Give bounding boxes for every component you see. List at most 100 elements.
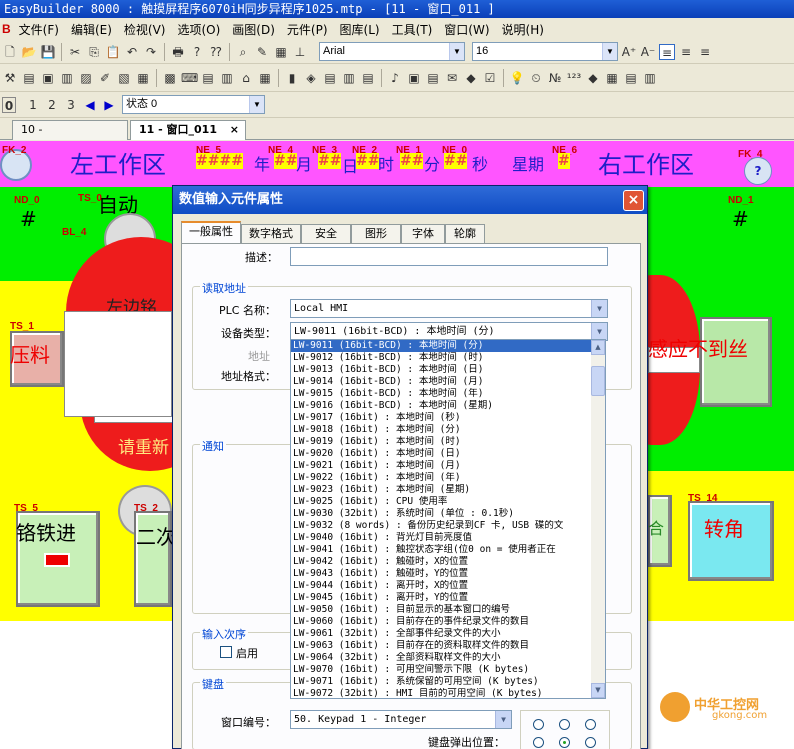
device-type-option[interactable]: LW-9022 (16bit) : 本地时间 (年) [291,472,605,484]
popup-mid-left-radio[interactable] [533,737,544,748]
data-transfer-icon[interactable]: ▥ [642,70,658,86]
device-type-option[interactable]: LW-9011 (16bit-BCD) : 本地时间 (分) [291,340,605,352]
popup-mid-right-radio[interactable] [585,737,596,748]
set-bit-icon[interactable]: ▣ [40,70,56,86]
device-type-option[interactable]: LW-9015 (16bit-BCD) : 本地时间 (年) [291,388,605,400]
scroll-up-icon[interactable]: ▲ [591,340,605,355]
tab-outline[interactable]: 轮廓 [445,224,485,243]
menu-draw[interactable]: 画图(D) [226,21,281,38]
device-type-option[interactable]: LW-9060 (16bit) : 目前存在的事件纪录文件的数目 [291,616,605,628]
device-type-option[interactable]: LW-9040 (16bit) : 背光灯目前亮度值 [291,532,605,544]
device-type-option[interactable]: LW-9045 (16bit) : 离开时，Y的位置 [291,592,605,604]
indirect-window-icon[interactable]: ⌂ [238,70,254,86]
weekday-field[interactable]: # [558,153,570,169]
device-type-option[interactable]: LW-9017 (16bit) : 本地时间 (秒) [291,412,605,424]
tab-window-011[interactable]: 11 - 窗口_011 × [130,120,246,140]
set-word-icon[interactable]: ▥ [59,70,75,86]
print-icon[interactable]: 🖶 [170,44,186,60]
io-icon[interactable]: ▤ [623,70,639,86]
scroll-down-icon[interactable]: ▼ [591,683,605,698]
page-button-3[interactable]: 3 [63,97,79,113]
device-type-option[interactable]: LW-9071 (16bit) : 系统保留的可用空间 (K bytes) [291,676,605,688]
device-type-dropdown-list[interactable]: LW-9011 (16bit-BCD) : 本地时间 (分) LW-9012 (1… [290,339,606,699]
device-type-option[interactable]: LW-9044 (16bit) : 离开时，X的位置 [291,580,605,592]
align-center-icon[interactable]: ≡ [678,44,694,60]
tab-general[interactable]: 一般属性 [181,221,241,244]
sound-icon[interactable]: ♪ [387,70,403,86]
device-type-option[interactable]: LW-9018 (16bit) : 本地时间 (分) [291,424,605,436]
device-type-option[interactable]: LW-9043 (16bit) : 触碰时，Y的位置 [291,568,605,580]
menu-library[interactable]: 图库(L) [334,21,386,38]
menu-options[interactable]: 选项(O) [171,21,226,38]
device-type-option[interactable]: LW-9023 (16bit) : 本地时间 (星期) [291,484,605,496]
history-icon[interactable]: ▥ [341,70,357,86]
picture-icon[interactable]: ▣ [406,70,422,86]
check-icon[interactable]: ☑ [482,70,498,86]
toggle-switch-icon[interactable]: ✐ [97,70,113,86]
ascii-input-icon[interactable]: ▥ [219,70,235,86]
help-icon[interactable]: ? [189,44,205,60]
copy-icon[interactable]: ⎘ [86,44,102,60]
menu-edit[interactable]: 编辑(E) [65,21,118,38]
bulb-icon[interactable]: 💡 [509,70,525,86]
device-type-option[interactable]: LW-9070 (16bit) : 可用空间警示下限 (K bytes) [291,664,605,676]
popup-top-right-radio[interactable] [585,719,596,730]
tag-icon[interactable]: ◆ [463,70,479,86]
alarm-icon[interactable]: ▤ [360,70,376,86]
device-type-option[interactable]: LW-9019 (16bit) : 本地时间 (时) [291,436,605,448]
device-type-option[interactable]: LW-9020 (16bit) : 本地时间 (日) [291,448,605,460]
page-button-2[interactable]: 2 [44,97,60,113]
numbers-icon[interactable]: ¹²³ [566,70,582,86]
tab-window-010[interactable]: 10 - WINDOW_010 [12,120,128,154]
scroll-thumb[interactable] [591,366,605,396]
menu-parts[interactable]: 元件(P) [281,21,334,38]
hour-field[interactable]: ## [356,153,380,169]
device-type-option[interactable]: LW-9030 (32bit) : 系统时间 (单位 : 0.1秒) [291,508,605,520]
cut-icon[interactable]: ✂ [67,44,83,60]
page-button-0[interactable]: 0 [2,96,16,113]
window-number-select[interactable]: 50. Keypad 1 - Integer ▼ [290,710,512,729]
ascii-display-icon[interactable]: ▤ [200,70,216,86]
context-help-icon[interactable]: ⁇ [208,44,224,60]
state-select[interactable]: 状态 0 ▼ [122,95,265,114]
snap-icon[interactable]: ⊥ [292,44,308,60]
month-field[interactable]: ## [274,153,298,169]
align-left-icon[interactable]: ≡ [659,43,675,60]
device-type-option[interactable]: LW-9014 (16bit-BCD) : 本地时间 (月) [291,376,605,388]
trend-icon[interactable]: ▤ [322,70,338,86]
table-icon[interactable]: ▦ [135,70,151,86]
find-icon[interactable]: ⌕ [235,44,251,60]
device-type-option[interactable]: LW-9041 (16bit) : 触控状态字组(位0 on = 使用者正在 [291,544,605,556]
font-grow-icon[interactable]: A⁺ [621,44,637,60]
tab-security[interactable]: 安全 [301,224,351,243]
next-state-icon[interactable]: ▶ [101,97,117,113]
device-type-option[interactable]: LW-9032 (8 words) : 备份历史纪录到CF 卡, USB 碟的文 [291,520,605,532]
align-right-icon[interactable]: ≡ [697,44,713,60]
second-field[interactable]: ## [444,153,468,169]
menu-help[interactable]: 说明(H) [496,21,550,38]
enable-order-checkbox[interactable] [220,646,232,658]
popup-top-left-radio[interactable] [533,719,544,730]
meter-icon[interactable]: ◈ [303,70,319,86]
new-file-icon[interactable]: 🗋 [2,44,18,60]
device-type-option[interactable]: LW-9012 (16bit-BCD) : 本地时间 (时) [291,352,605,364]
function-key-icon[interactable]: ▨ [78,70,94,86]
tab-font[interactable]: 字体 [401,224,445,243]
popup-center-radio[interactable] [559,737,570,748]
save-icon[interactable]: 💾 [40,44,56,60]
tab-number-format[interactable]: 数字格式 [241,224,301,243]
close-icon[interactable]: × [623,190,644,211]
open-folder-icon[interactable]: 📂 [21,44,37,60]
device-type-option[interactable]: LW-9061 (32bit) : 全部事件纪录文件的大小 [291,628,605,640]
help-icon[interactable]: ? [744,157,772,185]
tab-graphics[interactable]: 图形 [351,224,401,243]
counter-icon[interactable]: № [547,70,563,86]
pen-icon[interactable]: ✎ [254,44,270,60]
direct-window-icon[interactable]: ▦ [257,70,273,86]
recipe-icon[interactable]: ▦ [604,70,620,86]
day-field[interactable]: ## [318,153,342,169]
word-lamp-icon[interactable]: ▤ [21,70,37,86]
right-green-button[interactable] [700,317,772,407]
menu-window[interactable]: 窗口(W) [438,21,495,38]
tab-close-icon[interactable]: × [230,121,239,139]
